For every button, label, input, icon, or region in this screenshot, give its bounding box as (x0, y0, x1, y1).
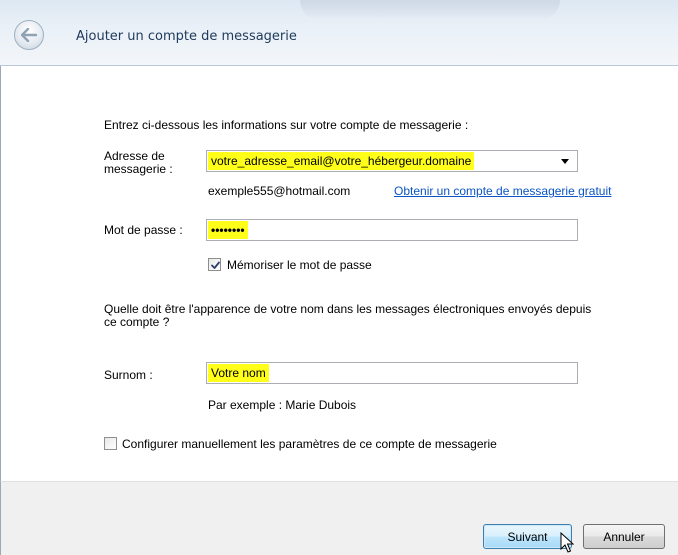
next-button-label: Suivant (507, 529, 548, 544)
dialog-footer (0, 481, 678, 555)
email-label-line2: messagerie : (104, 162, 173, 176)
back-arrow-icon (21, 28, 37, 42)
mouse-pointer-icon (560, 532, 574, 553)
name-question-line2: ce compte ? (104, 315, 170, 329)
window-title: Ajouter un compte de messagerie (76, 29, 297, 44)
free-account-link[interactable]: Obtenir un compte de messagerie gratuit (394, 184, 611, 198)
cancel-button-label: Annuler (603, 529, 645, 544)
name-question-line1: Quelle doit être l'apparence de votre no… (104, 302, 592, 316)
remember-password-checkbox[interactable] (208, 258, 221, 271)
checkmark-icon (211, 261, 220, 269)
nickname-label: Surnom : (104, 368, 153, 382)
email-combobox[interactable]: votre_adresse_email@votre_hébergeur.doma… (206, 150, 578, 172)
email-example: exemple555@hotmail.com (208, 184, 351, 198)
window-header: Ajouter un compte de messagerie (0, 0, 678, 66)
password-value: •••••••• (208, 221, 248, 239)
title-bar-glow (300, 0, 560, 20)
nickname-value: Votre nom (208, 364, 269, 382)
manual-config-label[interactable]: Configurer manuellement les paramètres d… (122, 437, 497, 451)
chevron-down-icon[interactable] (561, 159, 569, 164)
manual-config-checkbox[interactable] (104, 437, 117, 450)
email-label: Adresse de messagerie : (104, 150, 173, 176)
password-label: Mot de passe : (104, 223, 183, 237)
email-value: votre_adresse_email@votre_hébergeur.doma… (208, 152, 475, 170)
cancel-button[interactable]: Annuler (583, 524, 665, 549)
nickname-field[interactable]: Votre nom (206, 362, 578, 384)
next-button[interactable]: Suivant (483, 524, 572, 549)
intro-text: Entrez ci-dessous les informations sur v… (104, 118, 469, 132)
name-question: Quelle doit être l'apparence de votre no… (104, 303, 591, 329)
password-field[interactable]: •••••••• (206, 219, 578, 241)
remember-password-label[interactable]: Mémoriser le mot de passe (227, 258, 372, 272)
back-button[interactable] (14, 20, 44, 50)
nickname-example: Par exemple : Marie Dubois (208, 398, 357, 412)
